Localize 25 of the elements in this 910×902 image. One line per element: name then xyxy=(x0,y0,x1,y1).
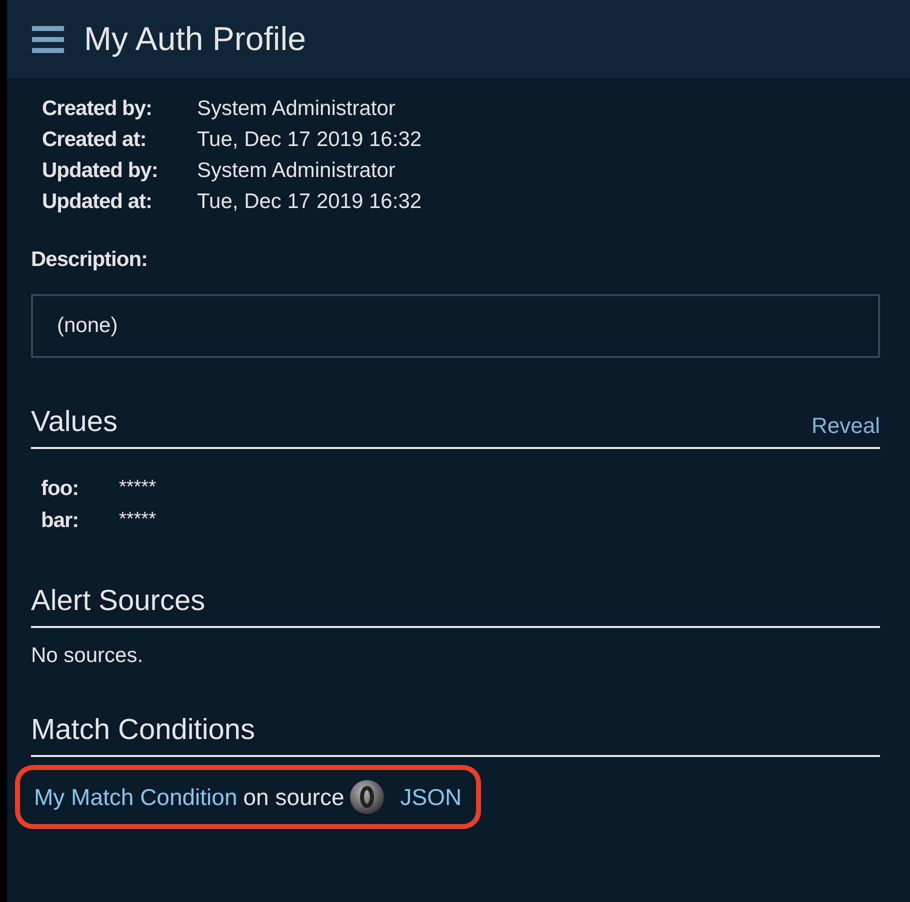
field-value: Tue, Dec 17 2019 16:32 xyxy=(197,190,422,214)
source-icon xyxy=(350,780,384,814)
empty-message: No sources. xyxy=(31,644,144,668)
page-title: My Auth Profile xyxy=(84,20,306,58)
section-title: Match Conditions xyxy=(31,714,256,747)
menu-icon[interactable] xyxy=(32,24,64,54)
section-title: Values xyxy=(31,406,118,439)
field-value: System Administrator xyxy=(197,97,396,121)
source-link[interactable]: JSON xyxy=(400,784,462,810)
field-label: Created by: xyxy=(42,97,152,121)
field-label: Updated by: xyxy=(42,159,158,183)
connector-text: on source xyxy=(243,784,344,810)
field-value: Tue, Dec 17 2019 16:32 xyxy=(197,128,422,152)
section-title: Alert Sources xyxy=(31,585,206,618)
field-value: System Administrator xyxy=(197,159,396,183)
condition-link[interactable]: My Match Condition xyxy=(34,784,238,810)
masked-value: ***** xyxy=(119,477,156,500)
field-label: Created at: xyxy=(42,128,146,152)
value-key: foo: xyxy=(41,477,79,501)
description-box: (none) xyxy=(31,294,880,358)
reveal-link[interactable]: Reveal xyxy=(812,413,880,439)
description-label: Description: xyxy=(31,248,148,272)
value-key: bar: xyxy=(41,509,79,533)
masked-value: ***** xyxy=(119,509,156,532)
field-label: Updated at: xyxy=(42,190,152,214)
